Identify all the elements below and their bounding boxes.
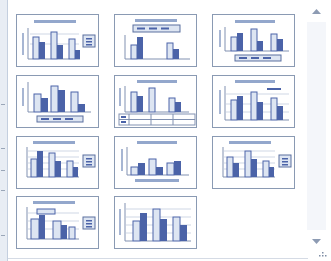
layout-3-preview (219, 20, 289, 62)
dotted-grip-icon (319, 252, 327, 257)
chart-layout-thumbnail-6[interactable] (212, 75, 295, 128)
chart-layout-thumbnail-7[interactable] (16, 136, 99, 189)
layout-11-preview (119, 203, 191, 242)
chart-layout-thumbnail-3[interactable] (212, 14, 295, 67)
edge-tick (1, 235, 5, 236)
layout-10-preview (26, 201, 96, 240)
layout-9-preview (222, 141, 292, 178)
panel-left-edge (0, 0, 7, 261)
layout-8-preview (121, 141, 189, 182)
edge-tick (1, 170, 5, 171)
chart-layout-thumbnail-1[interactable] (16, 14, 99, 67)
layout-5-preview (118, 80, 196, 126)
chart-layout-thumbnail-10[interactable] (16, 196, 99, 249)
edge-tick (1, 148, 5, 149)
scroll-up-button[interactable] (308, 5, 325, 17)
triangle-down-icon (312, 238, 321, 244)
chart-layout-thumbnail-2[interactable] (114, 14, 197, 67)
layout-6-preview (219, 80, 289, 121)
edge-tick (1, 104, 5, 105)
panel-bottom-border (8, 258, 308, 259)
chart-layout-thumbnail-8[interactable] (114, 136, 197, 189)
scrollbar-track[interactable] (307, 22, 326, 230)
layout-1-preview (22, 20, 96, 60)
chart-layout-thumbnail-9[interactable] (212, 136, 295, 189)
scroll-down-button[interactable] (308, 235, 325, 247)
edge-tick (1, 190, 5, 191)
chart-layout-thumbnail-11[interactable] (114, 196, 197, 249)
layout-2-preview (124, 19, 190, 60)
layout-4-preview (22, 82, 91, 123)
chart-layout-thumbnail-4[interactable] (16, 75, 99, 128)
triangle-up-icon (312, 8, 321, 14)
chart-layout-thumbnail-5[interactable] (114, 75, 197, 128)
resize-grip-icon[interactable] (313, 251, 327, 259)
layout-7-preview (26, 141, 96, 178)
